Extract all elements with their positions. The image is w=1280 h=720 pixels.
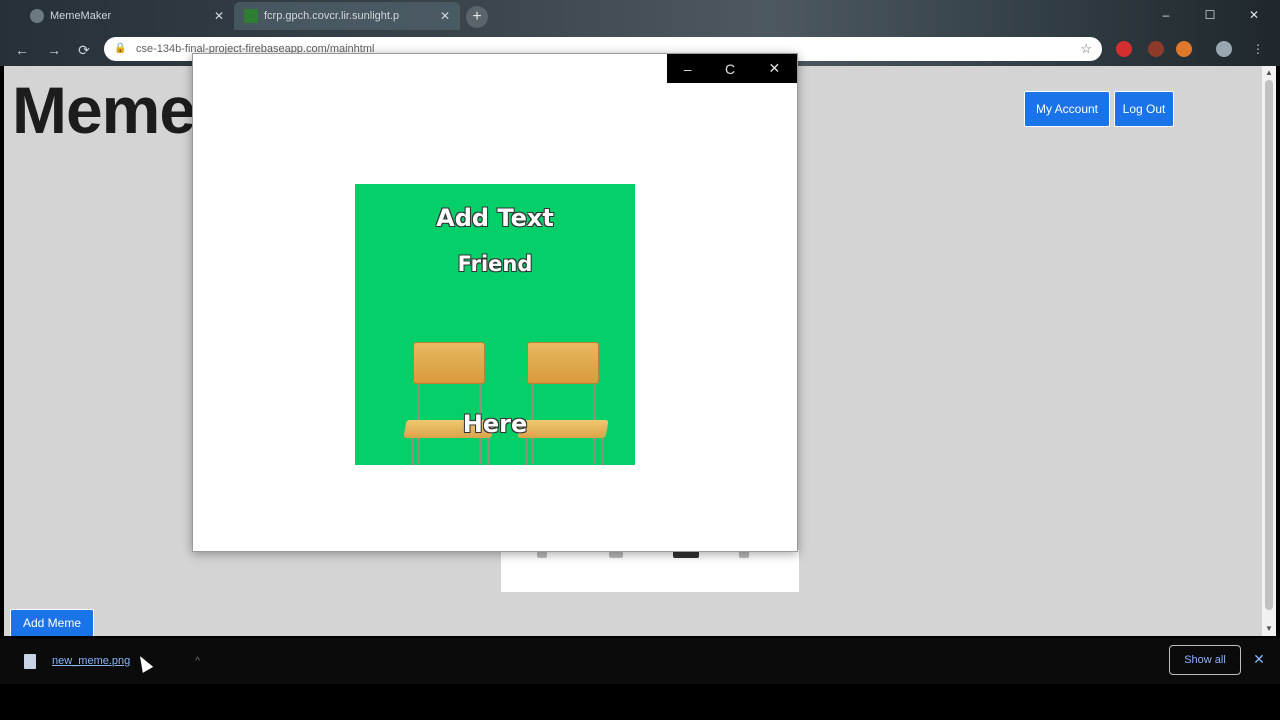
meme-bottom-text: Here [462,410,528,438]
bookmark-star-icon[interactable]: ☆ [1080,41,1092,57]
popup-window-controls: – C ✕ [667,54,797,83]
chevron-up-icon[interactable]: ^ [195,656,200,667]
scrollbar[interactable]: ▲ ▼ [1262,66,1276,636]
meme-card-partial [501,550,799,592]
tab-title: MemeMaker [50,10,112,22]
download-file-name[interactable]: new_meme.png [52,655,195,667]
close-shelf-icon[interactable]: ✕ [1250,648,1268,670]
download-shelf: new_meme.png ^ [0,638,1280,684]
scroll-down-arrow-icon[interactable]: ▼ [1262,622,1276,636]
tab-active[interactable]: fcrp.gpch.covcr.lir.sunlight.p ✕ [234,2,460,30]
log-out-button[interactable]: Log Out [1114,91,1174,127]
profile-avatar[interactable] [1216,41,1232,57]
meme-image: Add Text Friend Here [355,184,635,465]
restore-icon[interactable]: C [725,61,735,77]
file-icon [24,653,36,669]
scroll-up-arrow-icon[interactable]: ▲ [1262,66,1276,80]
download-item[interactable]: new_meme.png ^ [12,646,210,676]
my-account-button[interactable]: My Account [1024,91,1110,127]
back-arrow-icon[interactable]: ← [12,40,32,60]
tab-title: fcrp.gpch.covcr.lir.sunlight.p [264,10,400,22]
sheet-icon [244,9,258,23]
page-title: Meme [12,73,196,147]
close-tab-icon[interactable]: ✕ [214,9,224,23]
chair-left [403,342,495,465]
globe-icon [30,9,44,23]
close-window-button[interactable]: ✕ [1234,4,1274,26]
extension-icon[interactable] [1148,41,1164,57]
scrollbar-thumb[interactable] [1265,80,1273,610]
add-meme-button[interactable]: Add Meme [10,609,94,636]
new-tab-button[interactable]: + [466,6,488,28]
close-tab-icon[interactable]: ✕ [440,9,450,23]
close-icon[interactable]: ✕ [769,60,781,77]
meme-top-text: Add Text [436,204,554,232]
minimize-window-button[interactable]: – [1146,4,1186,26]
menu-dots-icon[interactable]: ⋮ [1250,41,1266,57]
extension-icon[interactable] [1176,41,1192,57]
show-all-button[interactable]: Show all [1169,645,1241,675]
maximize-window-button[interactable]: ☐ [1190,4,1230,26]
meme-middle-text: Friend [457,252,533,276]
extension-icon[interactable] [1116,41,1132,57]
lock-icon: 🔒 [114,43,127,54]
chair-right [517,342,609,465]
tab-mememaker[interactable]: MemeMaker ✕ [20,2,234,30]
minimize-icon[interactable]: – [684,61,692,77]
tab-strip: MemeMaker ✕ fcrp.gpch.covcr.lir.sunlight… [0,0,1280,32]
meme-preview-popup: – C ✕ Add Text Friend Here [192,53,798,552]
forward-arrow-icon[interactable]: → [44,40,64,60]
reload-icon[interactable]: ⟳ [74,40,94,60]
